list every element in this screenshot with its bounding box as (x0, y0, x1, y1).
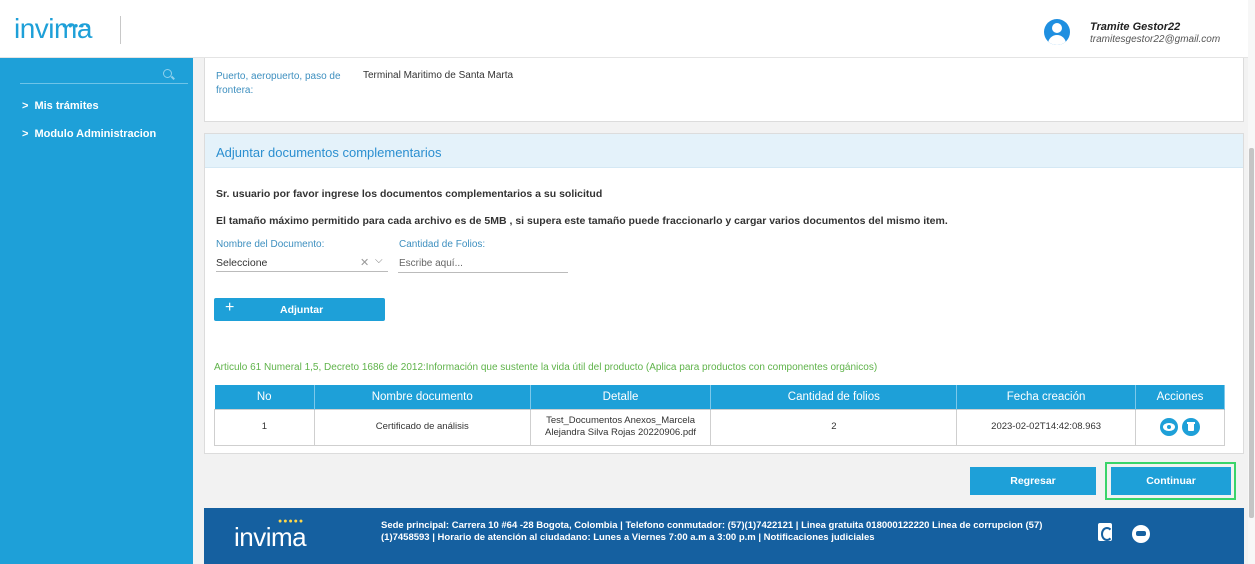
footer-logo-dots-icon: ●●●●● (278, 518, 305, 525)
cantidad-folios-label: Cantidad de Folios: (399, 239, 486, 250)
table-row: 1 Certificado de análisis Test_Documento… (214, 408, 1225, 446)
adjuntar-title: Adjuntar documentos complementarios (216, 145, 442, 160)
sidebar-item-modulo-administracion[interactable]: > Modulo Administracion (22, 128, 156, 140)
cell-detalle: Test_Documentos Anexos_Marcela Alejandra… (529, 408, 712, 446)
puerto-card: Puerto, aeropuerto, paso de frontera: Te… (204, 58, 1244, 122)
sidebar-item-label: Mis trámites (34, 100, 99, 112)
view-icon[interactable] (1159, 418, 1178, 436)
chevron-down-icon[interactable]: ⌵ (375, 255, 383, 266)
sidebar: > Mis trámites > Modulo Administracion (0, 58, 193, 564)
documents-table: No Nombre documento Detalle Cantidad de … (214, 385, 1225, 446)
column-header-acciones: Acciones (1135, 385, 1225, 409)
invima-logo[interactable]: invima ●●●●● (14, 14, 92, 44)
scrollbar-thumb[interactable] (1249, 148, 1254, 518)
instructions-text: Sr. usuario por favor ingrese los docume… (216, 188, 603, 200)
column-header-folios: Cantidad de folios (710, 385, 958, 409)
search-icon[interactable] (163, 69, 172, 78)
cell-no: 1 (214, 408, 315, 446)
cantidad-folios-input[interactable] (398, 255, 568, 273)
footer-contact-text: Sede principal: Carrera 10 #64 -28 Bogot… (381, 520, 1043, 543)
sidebar-search-field[interactable] (20, 83, 188, 84)
puerto-value: Terminal Maritimo de Santa Marta (363, 70, 514, 81)
chevron-right-icon: > (22, 100, 29, 112)
column-header-fecha: Fecha creación (956, 385, 1137, 409)
logo-dots-icon: ●●●●● (62, 21, 92, 30)
sidebar-item-mis-tramites[interactable]: > Mis trámites (22, 100, 99, 112)
top-header: invima ●●●●● Tramite Gestor22 tramitesge… (0, 0, 1255, 58)
table-header-row: No Nombre documento Detalle Cantidad de … (214, 385, 1225, 409)
cell-fecha: 2023-02-02T14:42:08.963 (956, 408, 1137, 446)
user-name: Tramite Gestor22 (1090, 21, 1181, 33)
cell-folios: 2 (710, 408, 958, 446)
certification-seal-icon (1098, 523, 1113, 541)
chevron-right-icon: > (22, 128, 29, 140)
cell-acciones (1135, 408, 1225, 446)
nombre-documento-select[interactable]: Seleccione ✕ ⌵ (216, 254, 388, 272)
footer-logo: invima ●●●●● (234, 518, 307, 553)
footer: invima ●●●●● Sede principal: Carrera 10 … (204, 508, 1244, 564)
plus-icon: + (225, 299, 235, 316)
footer-logo-text: invima (234, 522, 307, 552)
size-limit-text: El tamaño máximo permitido para cada arc… (216, 215, 948, 227)
column-header-nombre: Nombre documento (314, 385, 531, 409)
puerto-label: Puerto, aeropuerto, paso de frontera: (216, 71, 341, 96)
nombre-documento-label: Nombre del Documento: (216, 239, 325, 250)
regresar-button[interactable]: Regresar (970, 467, 1096, 495)
cell-nombre: Certificado de análisis (313, 408, 531, 446)
delete-icon[interactable] (1182, 418, 1201, 436)
adjuntar-card: Adjuntar documentos complementarios Sr. … (204, 133, 1244, 454)
adjuntar-button[interactable]: + Adjuntar (214, 298, 385, 321)
user-avatar-icon[interactable] (1044, 19, 1070, 45)
column-header-no: No (214, 385, 315, 409)
quality-seal-icon (1132, 525, 1150, 543)
articulo-text: Articulo 61 Numeral 1,5, Decreto 1686 de… (214, 362, 878, 373)
continuar-button[interactable]: Continuar (1111, 467, 1231, 495)
clear-icon[interactable]: ✕ (360, 256, 369, 269)
user-email: tramitesgestor22@gmail.com (1090, 34, 1221, 45)
column-header-detalle: Detalle (530, 385, 712, 409)
adjuntar-button-label: Adjuntar (280, 304, 324, 316)
logo-divider (120, 16, 121, 44)
select-value: Seleccione (216, 257, 268, 269)
adjuntar-header: Adjuntar documentos complementarios (205, 134, 1243, 168)
sidebar-item-label: Modulo Administracion (34, 128, 157, 140)
